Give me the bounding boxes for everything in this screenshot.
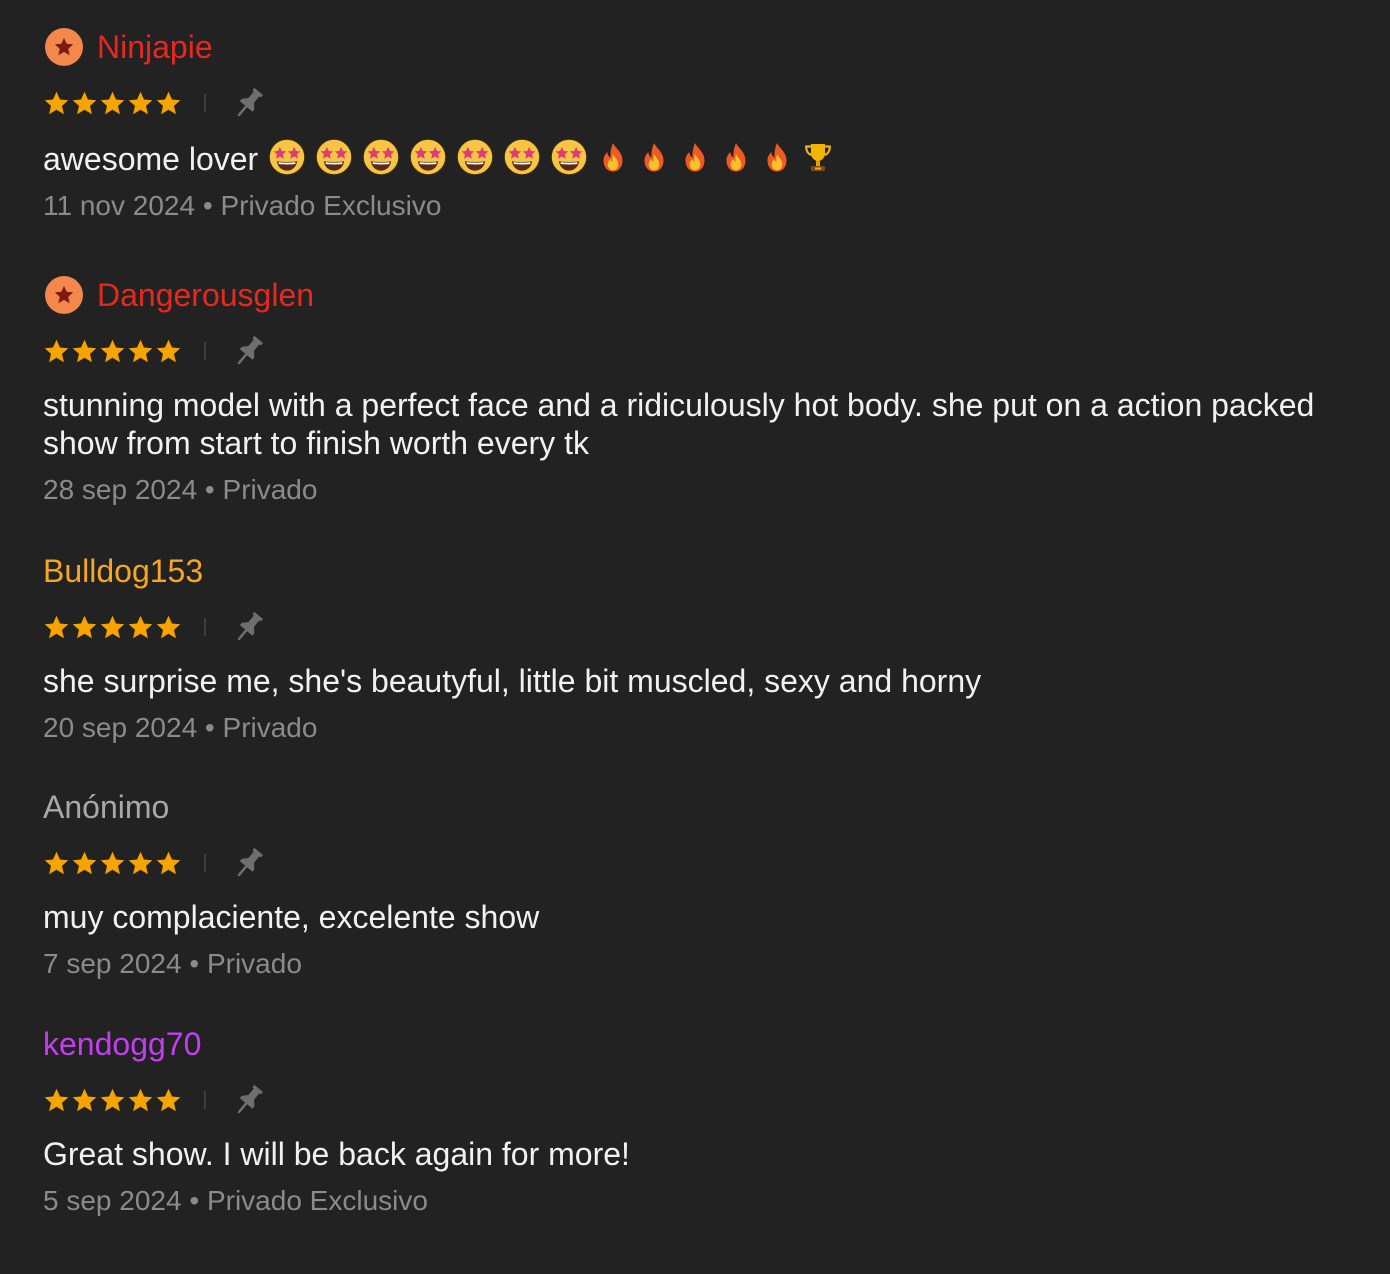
star-icon xyxy=(100,615,125,638)
pin-icon[interactable] xyxy=(230,608,268,646)
review-text: stunning model with a perfect face and a… xyxy=(43,387,1315,461)
fire-emoji-icon xyxy=(644,143,664,172)
review-item: Anónimo muy complaciente, excelente show… xyxy=(43,787,1343,982)
star-icon xyxy=(156,1088,181,1111)
review-text: awesome lover xyxy=(43,138,1343,178)
star-icon xyxy=(44,91,69,114)
star-icon xyxy=(72,91,97,114)
rating-row xyxy=(43,334,1343,368)
star-icon xyxy=(44,339,69,362)
star-icon xyxy=(100,1088,125,1111)
review-item: Dangerousglen stunning model with a perf… xyxy=(43,275,1343,508)
username-link[interactable]: Bulldog153 xyxy=(43,551,203,591)
rating-stars xyxy=(43,90,182,117)
review-item: Bulldog153 she surprise me, she's beauty… xyxy=(43,551,1343,746)
star-icon xyxy=(156,851,181,874)
divider xyxy=(204,618,206,636)
rating-row xyxy=(43,86,1343,120)
star-badge-icon xyxy=(45,276,83,314)
fire-emoji-icon xyxy=(685,143,705,172)
rating-stars xyxy=(43,338,182,365)
review-text: Great show. I will be back again for mor… xyxy=(43,1136,630,1172)
pin-icon[interactable] xyxy=(230,84,268,122)
username-link[interactable]: Ninjapie xyxy=(97,27,213,67)
star-icon xyxy=(100,851,125,874)
review-user: kendogg70 xyxy=(43,1024,1343,1064)
review-meta: 7 sep 2024 • Privado xyxy=(43,948,302,979)
star-badge-icon xyxy=(45,28,83,66)
divider xyxy=(204,94,206,112)
star-icon xyxy=(128,339,153,362)
review-date: 28 sep 2024 xyxy=(43,474,198,505)
star-struck-emoji-icon xyxy=(362,138,400,176)
review-text: muy complaciente, excelente show xyxy=(43,899,540,935)
username-link[interactable]: Dangerousglen xyxy=(97,275,314,315)
star-struck-emoji-icon xyxy=(503,138,541,176)
review-date: 7 sep 2024 xyxy=(43,948,182,979)
review-meta: 11 nov 2024 • Privado Exclusivo xyxy=(43,190,442,221)
star-icon xyxy=(128,615,153,638)
star-struck-emoji-icon xyxy=(268,138,306,176)
fire-emoji-icon xyxy=(726,143,746,172)
trophy-emoji-icon xyxy=(805,144,832,171)
star-icon xyxy=(156,339,181,362)
reviews-list: Ninjapie awesome lover 11 nov 2024 • Pri… xyxy=(0,0,1390,1274)
review-meta: 28 sep 2024 • Privado xyxy=(43,474,318,505)
rating-stars xyxy=(43,850,182,877)
show-type: Privado xyxy=(222,474,318,505)
star-struck-emoji-icon xyxy=(456,138,494,176)
star-icon xyxy=(72,615,97,638)
username-label: Anónimo xyxy=(43,789,170,825)
review-meta: 5 sep 2024 • Privado Exclusivo xyxy=(43,1185,428,1216)
review-user: Ninjapie xyxy=(43,27,1343,67)
review-user: Anónimo xyxy=(43,787,1343,827)
pin-icon[interactable] xyxy=(230,1081,268,1119)
review-user: Bulldog153 xyxy=(43,551,1343,591)
star-struck-emoji-icon xyxy=(409,138,447,176)
rating-row xyxy=(43,1083,1343,1117)
star-icon xyxy=(128,1088,153,1111)
review-text: she surprise me, she's beautyful, little… xyxy=(43,663,982,699)
username-link[interactable]: kendogg70 xyxy=(43,1024,201,1064)
fire-emoji-icon xyxy=(767,143,787,172)
review-date: 5 sep 2024 xyxy=(43,1185,182,1216)
review-emojis xyxy=(268,138,843,176)
fire-emoji-icon xyxy=(603,143,623,172)
review-user: Dangerousglen xyxy=(43,275,1343,315)
divider xyxy=(204,1091,206,1109)
rating-stars xyxy=(43,614,182,641)
star-icon xyxy=(44,615,69,638)
star-icon xyxy=(100,91,125,114)
star-icon xyxy=(156,91,181,114)
star-struck-emoji-icon xyxy=(550,138,588,176)
star-icon xyxy=(100,339,125,362)
star-icon xyxy=(128,91,153,114)
star-icon xyxy=(128,851,153,874)
show-type: Privado Exclusivo xyxy=(206,1185,428,1216)
pin-icon[interactable] xyxy=(230,332,268,370)
rating-stars xyxy=(43,1087,182,1114)
star-icon xyxy=(72,851,97,874)
star-struck-emoji-icon xyxy=(315,138,353,176)
star-icon xyxy=(72,1088,97,1111)
star-icon xyxy=(44,851,69,874)
review-item: kendogg70 Great show. I will be back aga… xyxy=(43,1024,1343,1219)
show-type: Privado Exclusivo xyxy=(220,190,442,221)
rating-row xyxy=(43,610,1343,644)
star-icon xyxy=(44,1088,69,1111)
review-item: Ninjapie awesome lover 11 nov 2024 • Pri… xyxy=(43,27,1343,224)
star-icon xyxy=(72,339,97,362)
pin-icon[interactable] xyxy=(230,844,268,882)
show-type: Privado xyxy=(222,712,318,743)
show-type: Privado xyxy=(206,948,302,979)
star-icon xyxy=(156,615,181,638)
divider xyxy=(204,342,206,360)
divider xyxy=(204,854,206,872)
review-date: 20 sep 2024 xyxy=(43,712,198,743)
review-date: 11 nov 2024 xyxy=(43,190,196,221)
rating-row xyxy=(43,846,1343,880)
review-meta: 20 sep 2024 • Privado xyxy=(43,712,318,743)
